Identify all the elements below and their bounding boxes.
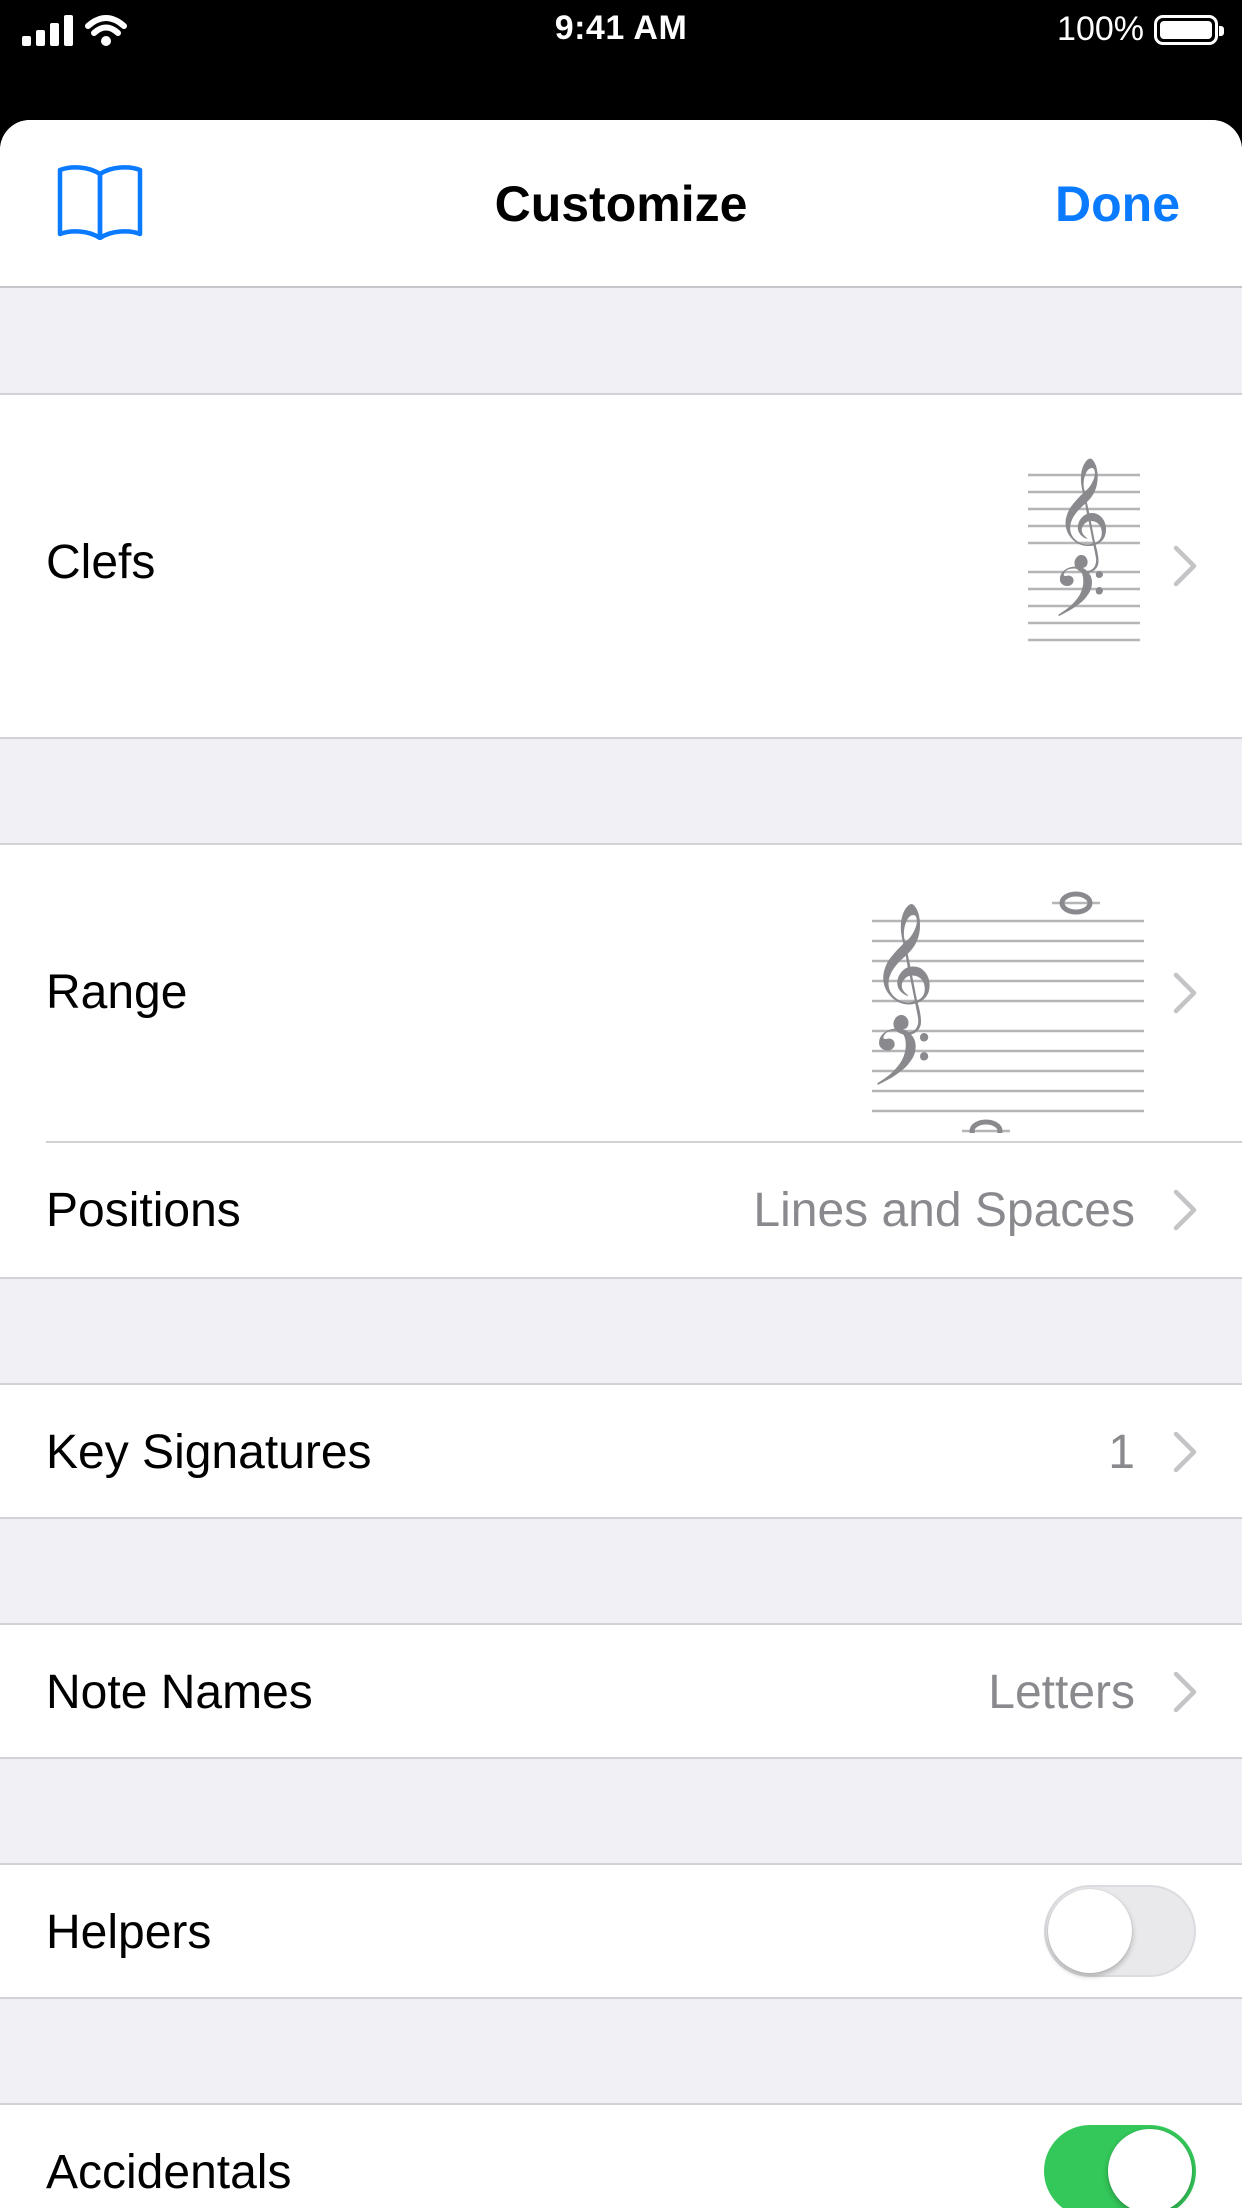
- chevron-right-icon: [1173, 545, 1197, 587]
- battery-percent: 100%: [1057, 10, 1144, 48]
- battery-icon: [1154, 14, 1224, 45]
- chevron-right-icon: [1173, 1671, 1197, 1713]
- status-right: 100%: [1057, 10, 1224, 49]
- positions-label: Positions: [46, 1184, 241, 1237]
- helpers-label: Helpers: [46, 1906, 212, 1959]
- done-button[interactable]: Done: [1055, 120, 1180, 288]
- svg-text:𝄢: 𝄢: [1052, 552, 1106, 650]
- range-row[interactable]: Range 𝄞 𝄢: [0, 845, 1242, 1141]
- key-signatures-label: Key Signatures: [46, 1426, 372, 1479]
- chevron-right-icon: [1173, 1189, 1197, 1231]
- status-time: 9:41 AM: [554, 9, 688, 47]
- accidentals-toggle[interactable]: [1044, 2125, 1196, 2208]
- accidentals-label: Accidentals: [46, 2146, 292, 2199]
- positions-row[interactable]: Positions Lines and Spaces: [0, 1143, 1242, 1277]
- grand-staff-range-icon: 𝄞 𝄢: [870, 891, 1144, 1133]
- svg-text:𝄢: 𝄢: [870, 1012, 932, 1124]
- helpers-toggle[interactable]: [1044, 1885, 1196, 1977]
- positions-value: Lines and Spaces: [753, 1184, 1135, 1237]
- status-bar: 9:41 AM 100%: [0, 0, 1242, 62]
- toggle-knob: [1048, 1889, 1132, 1973]
- range-positions-cell: Range 𝄞 𝄢 Positions Lines and Spaces: [0, 843, 1242, 1279]
- accidentals-cell: Accidentals: [0, 2103, 1242, 2208]
- treble-bass-clef-icon: 𝄞 𝄢: [1028, 456, 1140, 650]
- note-names-value: Letters: [988, 1666, 1135, 1719]
- chevron-right-icon: [1173, 972, 1197, 1014]
- key-signatures-cell[interactable]: Key Signatures 1: [0, 1383, 1242, 1519]
- key-signatures-value: 1: [1108, 1426, 1135, 1479]
- range-label: Range: [46, 966, 188, 1019]
- chevron-right-icon: [1173, 1431, 1197, 1473]
- toggle-knob: [1108, 2129, 1192, 2208]
- customize-sheet: Customize Done Clefs 𝄞 𝄢 Range 𝄞 𝄢 Posit…: [0, 120, 1242, 2208]
- helpers-cell: Helpers: [0, 1863, 1242, 1999]
- note-names-cell[interactable]: Note Names Letters: [0, 1623, 1242, 1759]
- navigation-bar: Customize Done: [0, 120, 1242, 288]
- clefs-label: Clefs: [46, 536, 156, 589]
- clefs-cell[interactable]: Clefs 𝄞 𝄢: [0, 393, 1242, 739]
- note-names-label: Note Names: [46, 1666, 313, 1719]
